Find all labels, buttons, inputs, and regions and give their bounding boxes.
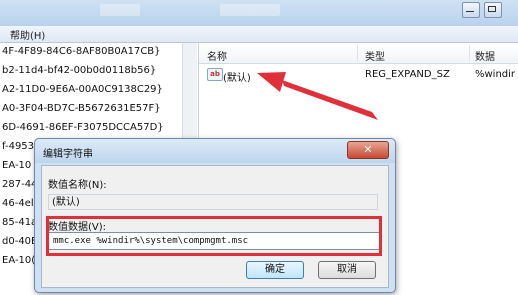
value-name-field[interactable]: (默认): [48, 194, 378, 210]
dialog-body: 数值名称(N): (默认) 数值数据(V): mmc.exe %windir%\…: [41, 165, 389, 288]
edit-string-dialog: 编辑字符串 ✕ 数值名称(N): (默认) 数值数据(V): mmc.exe %…: [34, 138, 396, 293]
dialog-titlebar: 编辑字符串 ✕: [35, 139, 395, 163]
value-name-label: 数值名称(N):: [48, 180, 107, 191]
arrow-shaft: [282, 80, 378, 120]
cancel-button[interactable]: 取消: [318, 261, 376, 279]
ok-button[interactable]: 确定: [246, 261, 304, 279]
arrow-head: [257, 72, 286, 92]
dialog-title: 编辑字符串: [43, 149, 93, 160]
close-icon[interactable]: ✕: [347, 141, 389, 159]
annotation-highlight-box: [46, 216, 382, 256]
